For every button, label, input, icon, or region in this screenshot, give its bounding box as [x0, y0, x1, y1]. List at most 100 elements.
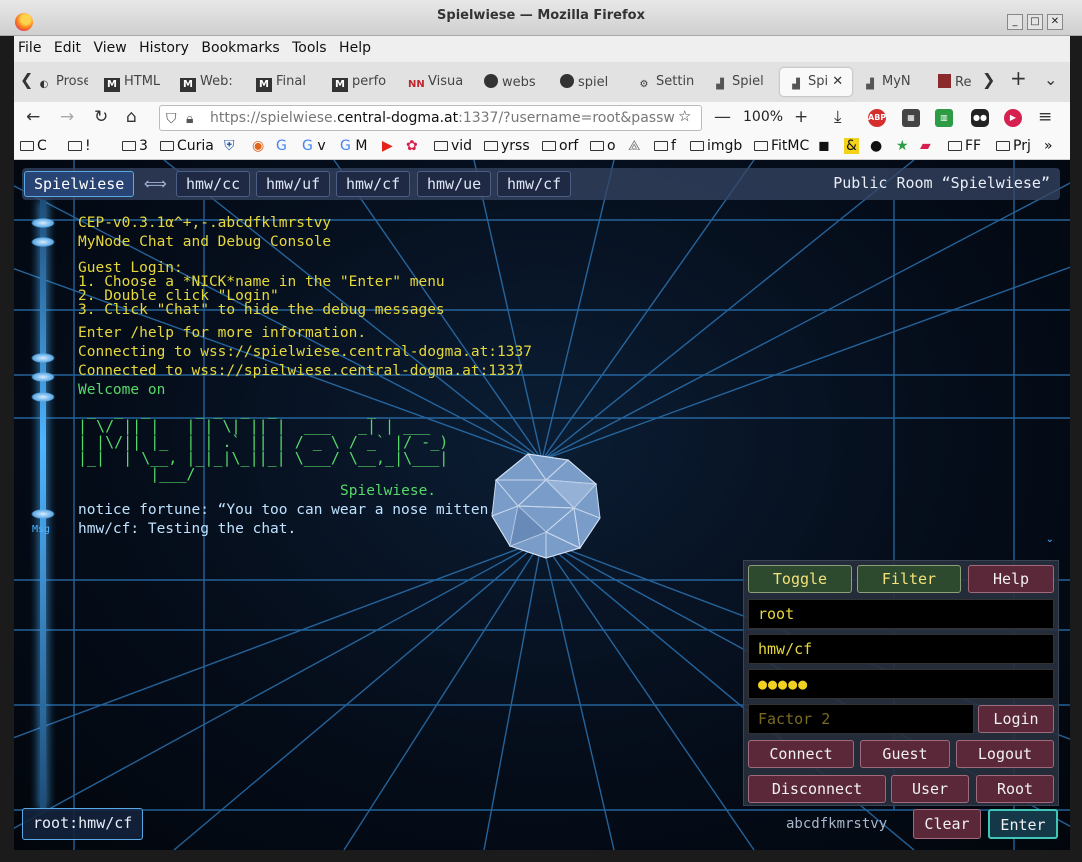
bookmark-folder[interactable]: FF — [948, 138, 981, 154]
tab-spielwiese-active[interactable]: ▟ Spi ✕ — [780, 68, 852, 96]
bookmark-folder[interactable]: f — [654, 138, 676, 154]
menu-file[interactable]: File — [14, 36, 41, 56]
youtube-icon[interactable]: ▶ — [382, 138, 393, 154]
room-field[interactable]: hmw/cf — [748, 634, 1054, 664]
toggle-button[interactable]: Toggle — [748, 565, 852, 593]
maximize-button[interactable]: □ — [1027, 14, 1043, 30]
tab-settings[interactable]: ⚙ Settin — [636, 68, 700, 96]
user-button[interactable]: User — [891, 775, 969, 803]
bookmark-folder[interactable]: ! — [68, 138, 91, 154]
bookmark-star-green-icon[interactable]: ★ — [896, 138, 909, 154]
bookmark-folder[interactable]: C — [20, 138, 47, 154]
list-tabs-icon[interactable]: ⌄ — [1044, 70, 1057, 89]
bookmark-icon[interactable]: & — [844, 138, 859, 154]
login-button[interactable]: Login — [978, 705, 1054, 733]
enter-button[interactable]: Enter — [988, 809, 1058, 839]
zoom-level[interactable]: 100% — [743, 109, 783, 125]
tab-scroll-left-icon[interactable]: ❮ — [20, 70, 33, 89]
bookmark-folder[interactable]: orf — [542, 138, 578, 154]
password-field[interactable]: ●●●●● — [748, 669, 1054, 699]
connect-button[interactable]: Connect — [748, 740, 854, 768]
bookmark-google[interactable]: G — [276, 138, 287, 154]
tab-html[interactable]: M HTML — [104, 68, 164, 96]
bookmark-shield-icon[interactable]: ⛨ — [224, 138, 235, 154]
bookmark-icon[interactable]: ✿ — [406, 138, 418, 154]
filter-button[interactable]: Filter — [857, 565, 961, 593]
tab-perfo[interactable]: Mperfo — [332, 68, 388, 96]
back-icon[interactable]: ← — [26, 107, 40, 127]
channel-tab-hmw-uf[interactable]: hmw/uf — [256, 171, 331, 197]
extension-icon[interactable]: ▥ — [935, 109, 953, 127]
bookmark-folder[interactable]: o — [590, 138, 616, 154]
console-welcome: Welcome on — [78, 382, 166, 398]
extension-icon[interactable]: ▶ — [1004, 109, 1022, 127]
tab-spiel-2[interactable]: ▟ Spiel — [712, 68, 772, 96]
channel-tab-hmw-cf[interactable]: hmw/cf — [336, 171, 411, 197]
bookmark-icon[interactable]: ▰ — [920, 138, 931, 154]
menu-history[interactable]: History — [135, 36, 189, 56]
tab-spiel[interactable]: spiel — [560, 68, 620, 96]
factor-2-field[interactable]: Factor 2 — [748, 704, 974, 734]
url-input[interactable]: ⛉ 🔒︎ https://spielwiese.central-dogma.at… — [159, 105, 702, 131]
identity-badge[interactable]: root:hmw/cf — [22, 808, 144, 840]
menu-bookmarks[interactable]: Bookmarks — [197, 36, 279, 56]
tab-re[interactable]: Re — [938, 68, 980, 96]
zoom-in-icon[interactable]: + — [794, 107, 808, 127]
bookmark-folder[interactable]: imgb — [690, 138, 742, 154]
tab-webs[interactable]: webs — [484, 68, 544, 96]
bookmark-icon[interactable]: ◼ — [818, 138, 830, 154]
bookmark-folder[interactable]: FitMC — [754, 138, 809, 154]
tab-web[interactable]: M Web: — [180, 68, 236, 96]
forward-icon[interactable]: → — [60, 107, 74, 127]
bookmark-folder[interactable]: Curia — [160, 138, 214, 154]
menu-help[interactable]: Help — [335, 36, 371, 56]
bookmark-folder[interactable]: 3 — [122, 138, 148, 154]
zoom-out-icon[interactable]: — — [714, 107, 731, 127]
timeline-marker — [31, 509, 55, 519]
tab-final[interactable]: M Final — [256, 68, 312, 96]
channel-tab-hmw-ue[interactable]: hmw/ue — [417, 171, 492, 197]
bookmark-folder[interactable]: Prj — [996, 138, 1031, 154]
extension-icon[interactable]: ●● — [971, 109, 989, 127]
tab-scroll-right-icon[interactable]: ❯ — [982, 70, 995, 89]
menu-edit[interactable]: Edit — [50, 36, 81, 56]
tab-mynode[interactable]: ▟ MyN — [862, 68, 920, 96]
new-tab-icon[interactable]: + — [1010, 66, 1027, 90]
extension-icon[interactable]: ▦ — [902, 109, 920, 127]
tab-visua[interactable]: NN Visua — [408, 68, 468, 96]
menu-view[interactable]: View — [89, 36, 126, 56]
disconnect-button[interactable]: Disconnect — [748, 775, 886, 803]
adblock-icon[interactable]: ABP — [868, 109, 886, 127]
username-field[interactable]: root — [748, 599, 1054, 629]
tab-favicon-icon: M — [256, 78, 272, 92]
bookmark-folder[interactable]: yrss — [484, 138, 530, 154]
menu-hamburger-icon[interactable]: ≡ — [1038, 107, 1052, 127]
bookmark-g-v[interactable]: G v — [302, 138, 326, 154]
bookmark-folder[interactable]: vid — [434, 138, 472, 154]
logout-button[interactable]: Logout — [956, 740, 1054, 768]
reload-icon[interactable]: ↻ — [94, 107, 108, 127]
menu-tools[interactable]: Tools — [288, 36, 327, 56]
clear-button[interactable]: Clear — [913, 809, 981, 839]
bookmark-g-m[interactable]: G M — [340, 138, 367, 154]
github-icon[interactable]: ● — [870, 138, 882, 154]
downloads-icon[interactable]: ⤓ — [834, 107, 842, 127]
close-tab-icon[interactable]: ✕ — [832, 74, 843, 89]
root-button[interactable]: Root — [976, 775, 1054, 803]
swap-arrows-icon[interactable]: ⟺ — [144, 174, 167, 193]
channel-tab-hmw-cf-2[interactable]: hmw/cf — [497, 171, 572, 197]
help-button[interactable]: Help — [968, 565, 1054, 593]
bookmarks-overflow-icon[interactable]: » — [1044, 138, 1053, 154]
guest-button[interactable]: Guest — [860, 740, 950, 768]
bookmark-duckduckgo-icon[interactable]: ◉ — [252, 138, 264, 154]
close-window-button[interactable]: ✕ — [1047, 14, 1063, 30]
scroll-down-icon[interactable]: ⌄ — [1046, 534, 1054, 545]
bookmark-star-icon[interactable]: ☆ — [678, 107, 691, 125]
home-icon[interactable]: ⌂ — [126, 107, 137, 127]
channel-tab-hmw-cc[interactable]: hmw/cc — [176, 171, 251, 197]
channel-tab-spielwiese[interactable]: Spielwiese — [24, 171, 135, 197]
tab-prose[interactable]: ◐ Prose — [36, 68, 88, 96]
minimize-button[interactable]: _ — [1007, 14, 1023, 30]
bookmark-icon[interactable]: ⟁ — [628, 138, 641, 154]
navigation-bar: ← → ↻ ⌂ ⛉ 🔒︎ https://spielwiese.central-… — [14, 102, 1070, 134]
